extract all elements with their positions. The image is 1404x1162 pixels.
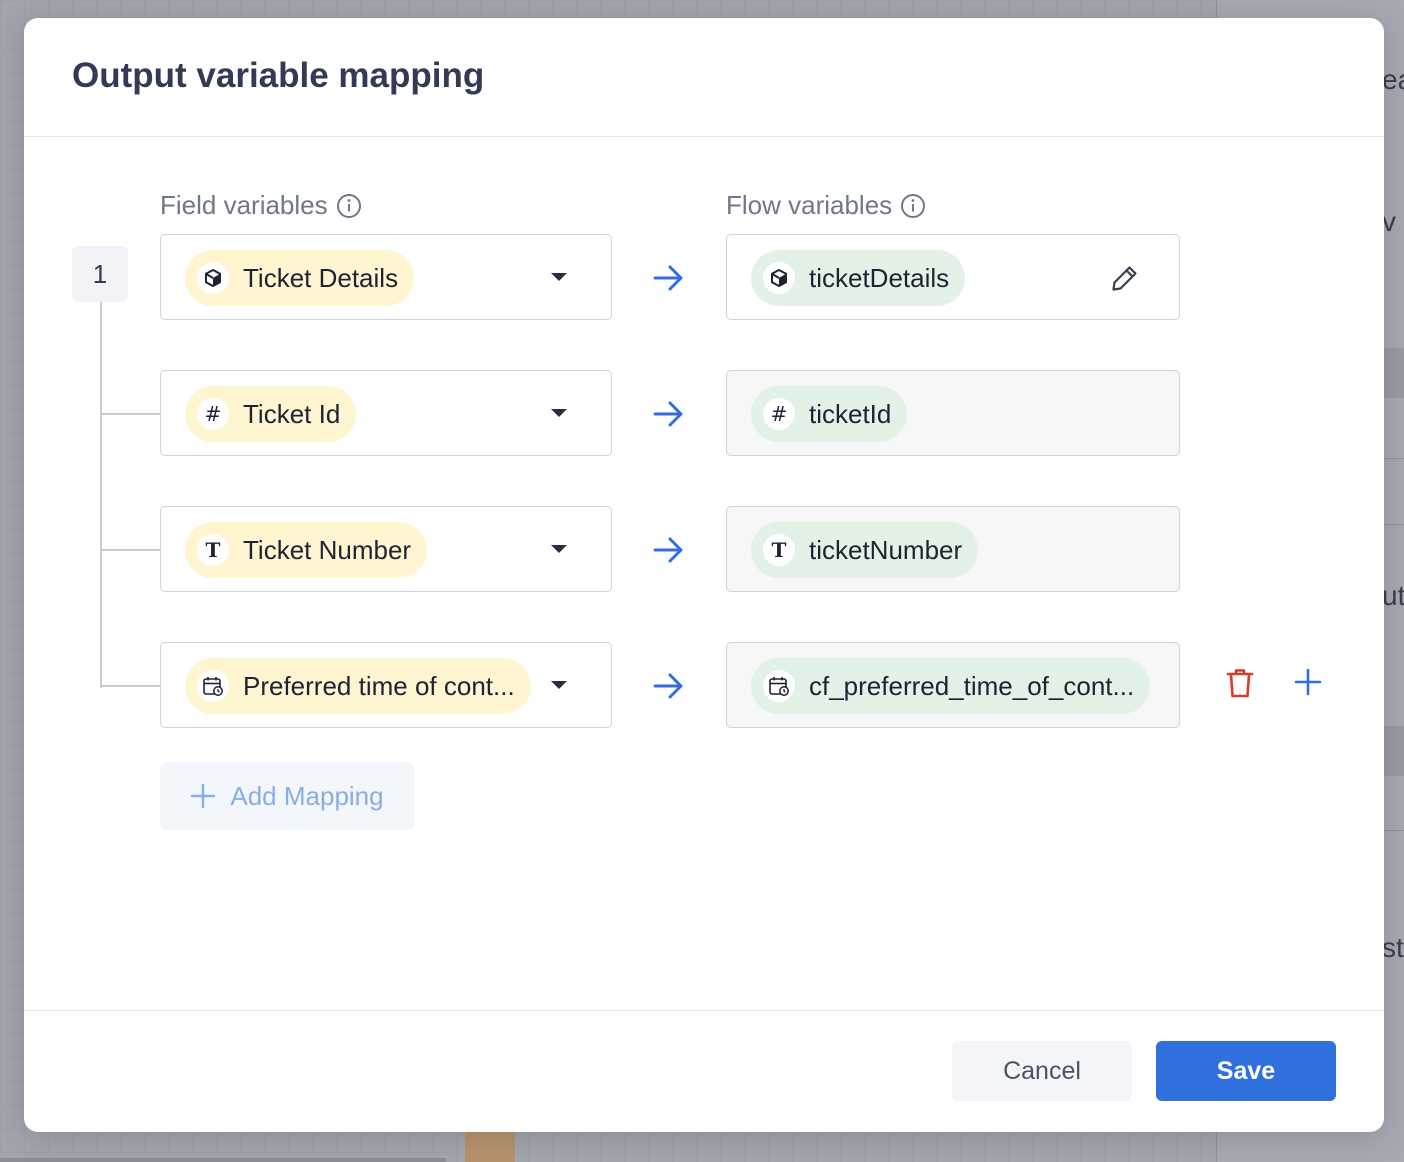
info-icon[interactable] bbox=[336, 193, 362, 219]
add-row-icon[interactable] bbox=[1292, 666, 1324, 698]
field-variable-select[interactable]: Preferred time of cont... bbox=[160, 642, 612, 728]
tree-connector bbox=[100, 549, 160, 551]
flow-variables-label: Flow variables bbox=[726, 190, 893, 220]
arrow-right-icon bbox=[653, 401, 683, 427]
background-chip bbox=[1384, 348, 1404, 398]
add-mapping-label: Add Mapping bbox=[230, 780, 384, 811]
modal-title: Output variable mapping bbox=[72, 56, 485, 95]
field-variable-select[interactable]: Ticket Details bbox=[160, 234, 612, 320]
info-icon[interactable] bbox=[900, 193, 926, 219]
field-variable-select[interactable]: # Ticket Id bbox=[160, 370, 612, 456]
arrow-right-icon bbox=[653, 673, 683, 699]
flow-variables-header: Flow variables bbox=[726, 190, 926, 221]
pencil-icon[interactable] bbox=[1109, 262, 1141, 294]
field-variable-label: Ticket Number bbox=[243, 534, 412, 565]
tree-connector bbox=[100, 413, 160, 415]
field-variable-label: Ticket Details bbox=[243, 262, 399, 293]
field-variable-label: Ticket Id bbox=[243, 398, 341, 429]
add-mapping-button[interactable]: Add Mapping bbox=[160, 762, 414, 830]
chevron-down-icon[interactable] bbox=[551, 273, 567, 281]
flow-variable-label: cf_preferred_time_of_cont... bbox=[809, 670, 1135, 701]
field-variable-select[interactable]: T Ticket Number bbox=[160, 506, 612, 592]
save-button[interactable]: Save bbox=[1156, 1041, 1336, 1101]
background-text-fragment: st bbox=[1382, 932, 1404, 963]
hash-icon: # bbox=[763, 398, 795, 430]
flow-variable-field: cf_preferred_time_of_cont... bbox=[726, 642, 1180, 728]
flow-variable-field: T ticketNumber bbox=[726, 506, 1180, 592]
field-variable-pill: Ticket Details bbox=[185, 250, 415, 306]
field-variable-pill: T Ticket Number bbox=[185, 522, 428, 578]
flow-variable-pill: ticketDetails bbox=[751, 250, 966, 306]
trash-icon[interactable] bbox=[1224, 666, 1256, 700]
field-variable-label: Preferred time of cont... bbox=[243, 670, 515, 701]
arrow-right-icon bbox=[653, 265, 683, 291]
field-variables-header: Field variables bbox=[160, 190, 362, 221]
field-variable-pill: # Ticket Id bbox=[185, 386, 357, 442]
chevron-down-icon[interactable] bbox=[551, 681, 567, 689]
flow-variable-label: ticketId bbox=[809, 398, 892, 429]
mapping-group-number: 1 bbox=[72, 246, 128, 302]
flow-variable-pill: T ticketNumber bbox=[751, 522, 979, 578]
plus-icon bbox=[191, 783, 216, 809]
background-node bbox=[465, 1130, 515, 1162]
modal-footer: Cancel Save bbox=[24, 1010, 1384, 1132]
flow-variable-pill: # ticketId bbox=[751, 386, 908, 442]
text-type-icon: T bbox=[763, 534, 795, 566]
field-variable-pill: Preferred time of cont... bbox=[185, 658, 531, 714]
flow-variable-label: ticketDetails bbox=[809, 262, 950, 293]
background-text-fragment: v bbox=[1382, 206, 1396, 237]
background-text-fragment: ea bbox=[1382, 64, 1404, 95]
background-divider bbox=[1384, 830, 1404, 831]
flow-variable-pill: cf_preferred_time_of_cont... bbox=[751, 658, 1151, 714]
field-variables-label: Field variables bbox=[160, 190, 328, 220]
cube-icon bbox=[763, 262, 795, 294]
modal-header: Output variable mapping bbox=[24, 18, 1384, 137]
chevron-down-icon[interactable] bbox=[551, 545, 567, 553]
background-text-fragment: ut bbox=[1382, 580, 1404, 611]
arrow-right-icon bbox=[653, 537, 683, 563]
hash-icon: # bbox=[197, 398, 229, 430]
tree-connector bbox=[100, 302, 102, 688]
background-divider bbox=[1384, 524, 1404, 525]
calendar-clock-icon bbox=[763, 670, 795, 702]
cube-icon bbox=[197, 262, 229, 294]
flow-variable-label: ticketNumber bbox=[809, 534, 963, 565]
chevron-down-icon[interactable] bbox=[551, 409, 567, 417]
background-chip bbox=[1384, 726, 1404, 776]
background-divider bbox=[0, 1158, 446, 1162]
cancel-button[interactable]: Cancel bbox=[952, 1041, 1132, 1101]
output-variable-mapping-modal: Output variable mapping Field variables … bbox=[24, 18, 1384, 1132]
background-divider bbox=[1384, 458, 1404, 459]
calendar-clock-icon bbox=[197, 670, 229, 702]
tree-connector bbox=[100, 685, 160, 687]
flow-variable-field: # ticketId bbox=[726, 370, 1180, 456]
text-type-icon: T bbox=[197, 534, 229, 566]
flow-variable-field[interactable]: ticketDetails bbox=[726, 234, 1180, 320]
